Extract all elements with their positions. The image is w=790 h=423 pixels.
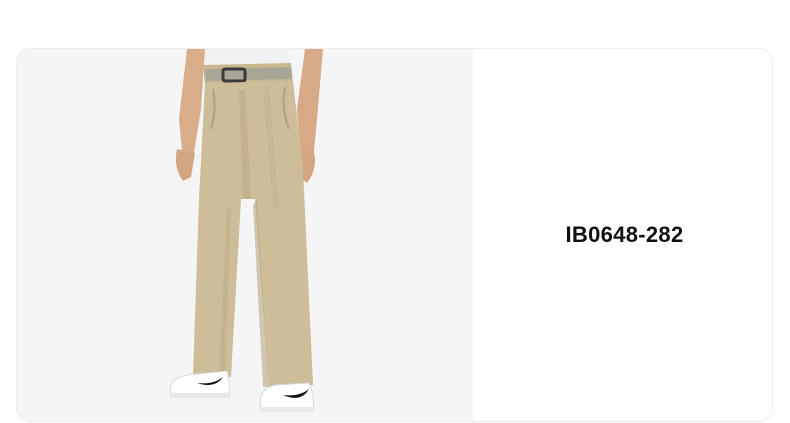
style-code: IB0648-282 [565,222,684,247]
product-image[interactable] [17,49,473,421]
khaki-pants-image [169,49,323,412]
product-card[interactable]: IB0648-282 [16,48,773,422]
product-info: IB0648-282 [473,49,772,421]
